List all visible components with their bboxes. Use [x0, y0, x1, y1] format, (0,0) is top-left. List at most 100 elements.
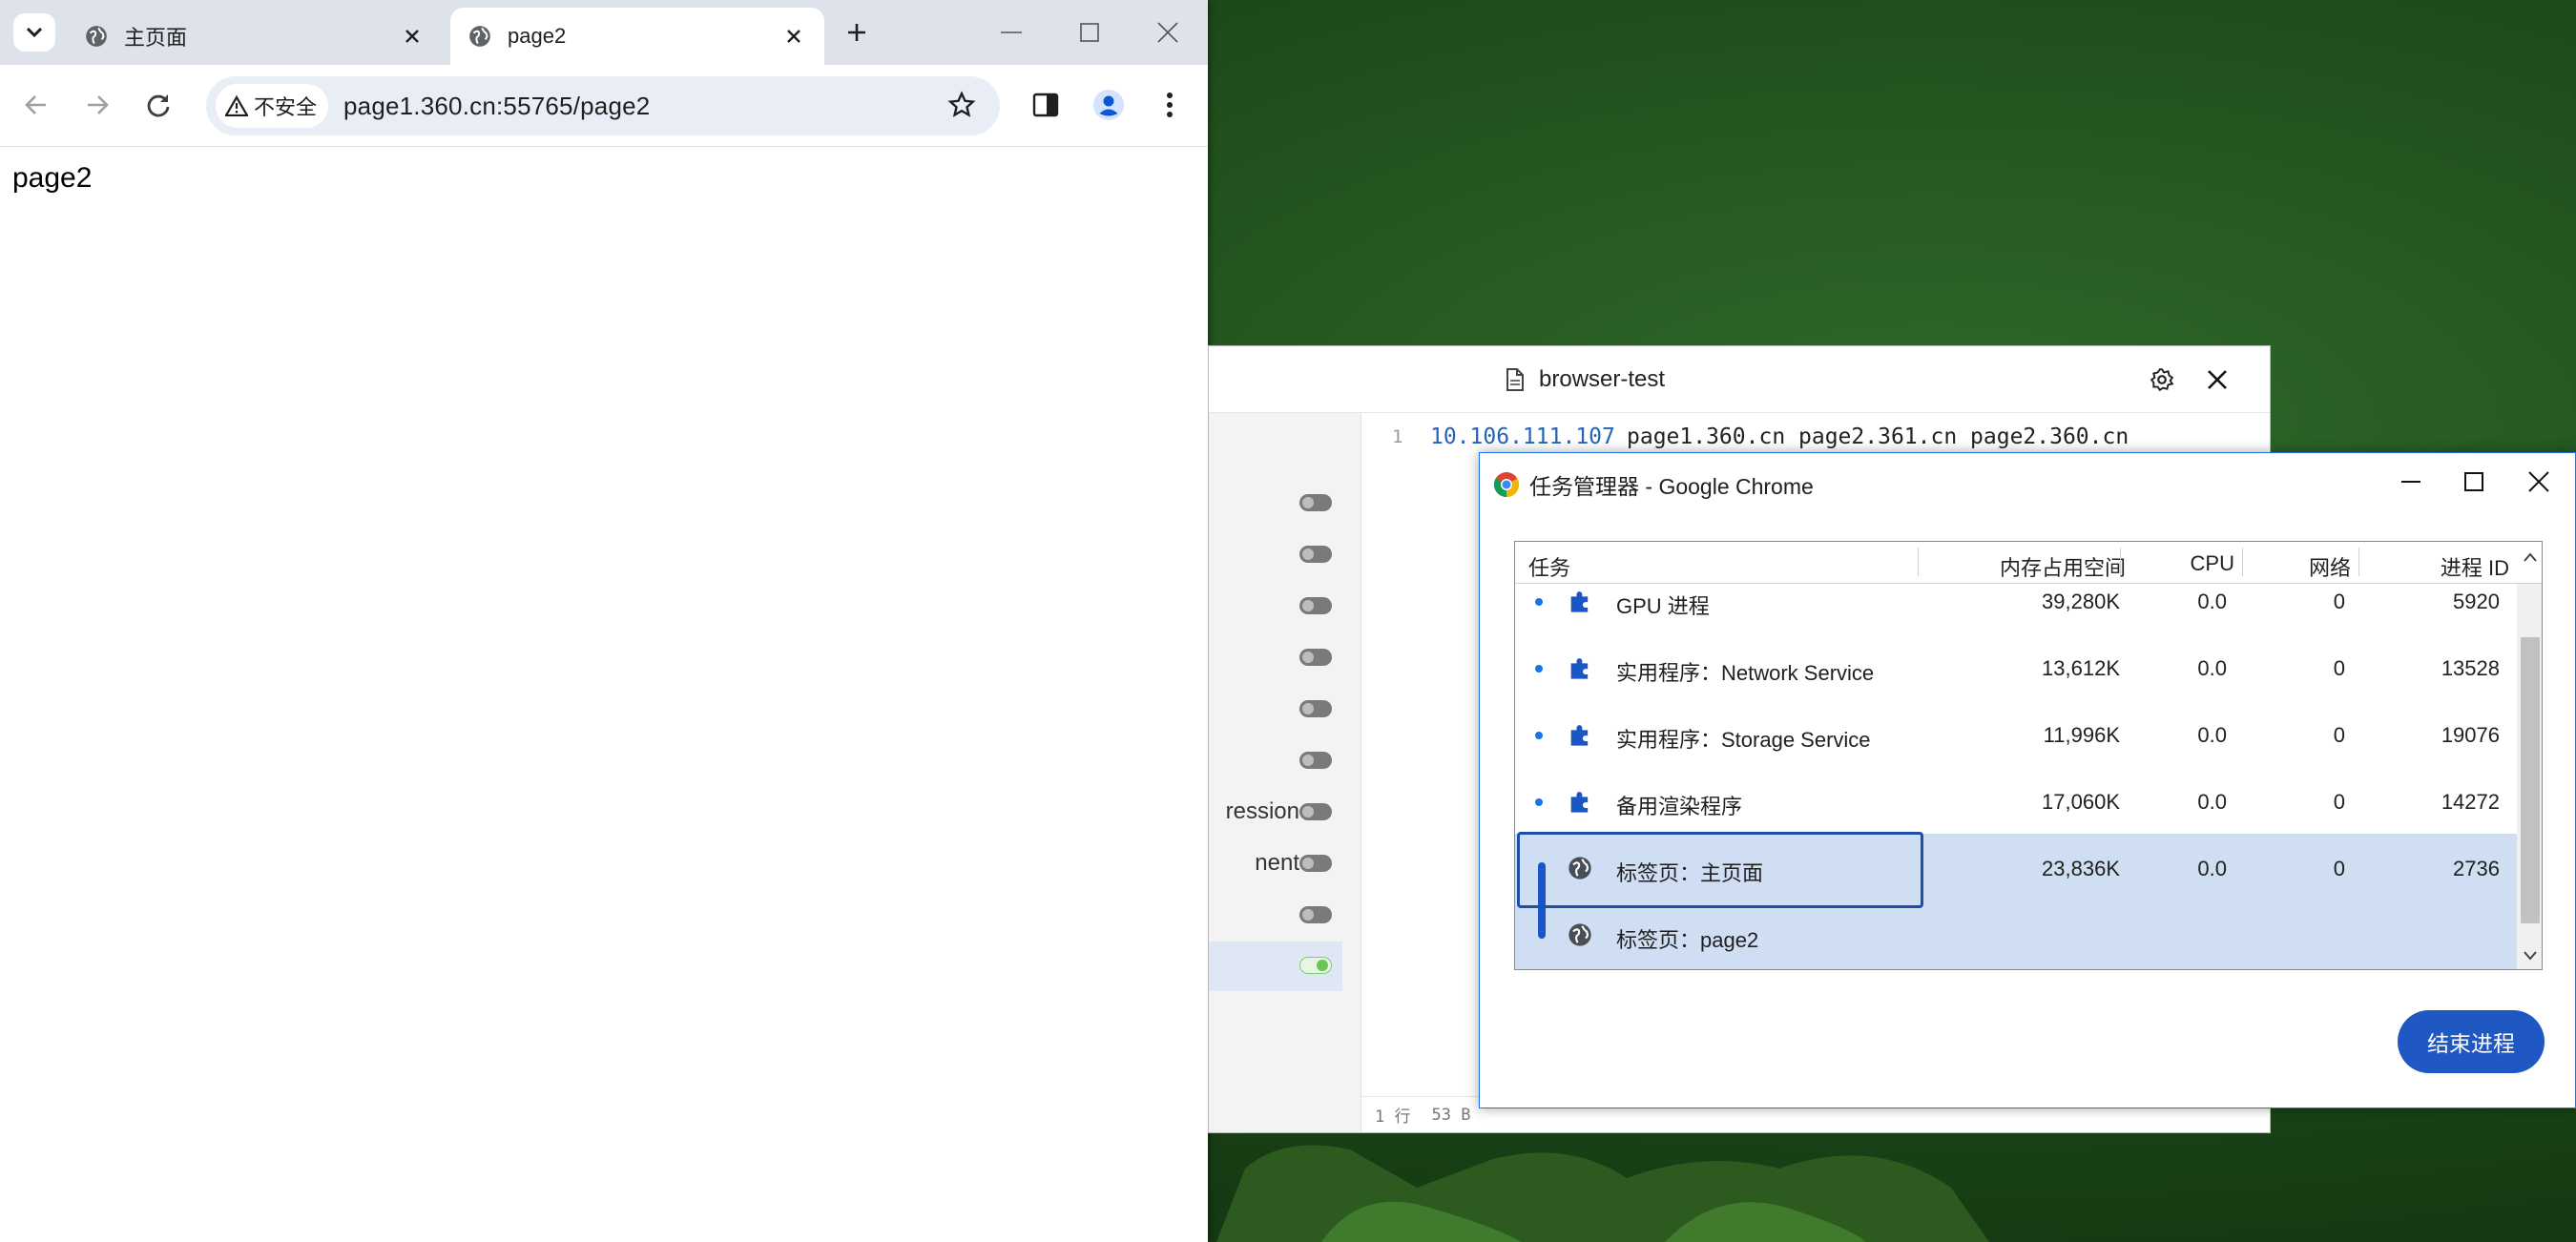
sidebar-item-active[interactable]: [1209, 942, 1342, 991]
minimize-icon: [2401, 481, 2420, 483]
maximize-button[interactable]: [1053, 10, 1126, 55]
side-panel-button[interactable]: [1025, 84, 1067, 126]
toggle-switch[interactable]: [1299, 855, 1332, 872]
chrome-logo-icon: [1493, 472, 1520, 498]
process-name: 实用程序：Network Service: [1616, 661, 1875, 685]
toggle-switch[interactable]: [1299, 597, 1332, 614]
table-row[interactable]: 实用程序：Network Service 13,612K 0.0 0 13528: [1515, 652, 2515, 719]
puzzle-icon: [1570, 591, 1589, 612]
puzzle-icon: [1570, 725, 1589, 746]
back-button[interactable]: [15, 84, 57, 126]
code-hosts: page1.360.cn page2.361.cn page2.360.cn: [1627, 424, 2129, 449]
scroll-up-icon[interactable]: [2523, 551, 2538, 563]
toggle-switch[interactable]: [1299, 752, 1332, 769]
column-header-pid[interactable]: 进程 ID: [2374, 551, 2509, 582]
process-pid: 5920: [2453, 590, 2500, 613]
puzzle-icon: [1570, 792, 1589, 813]
tab-strip: 主页面 page2: [0, 0, 1208, 65]
column-header-network[interactable]: 网络: [2265, 551, 2351, 582]
security-chip[interactable]: 不安全: [216, 84, 328, 128]
maximize-button[interactable]: [2445, 459, 2503, 505]
process-name: 标签页：主页面: [1616, 861, 1764, 885]
profile-button[interactable]: [1088, 84, 1130, 126]
globe-icon: [469, 26, 490, 47]
process-name: GPU 进程: [1616, 594, 1710, 618]
globe-icon: [1568, 857, 1591, 880]
process-network: 0: [2333, 656, 2345, 680]
minimize-button[interactable]: [975, 10, 1048, 55]
bookmark-button[interactable]: [941, 84, 983, 126]
column-header-cpu[interactable]: CPU: [2135, 551, 2234, 576]
table-row-selected[interactable]: 标签页：page2: [1515, 920, 2515, 969]
column-header-task[interactable]: 任务: [1528, 551, 1570, 582]
process-network: 0: [2333, 590, 2345, 613]
toggle-switch[interactable]: [1299, 494, 1332, 511]
chevron-down-icon: [26, 27, 43, 38]
column-header-memory[interactable]: 内存占用空间: [1983, 551, 2126, 582]
process-table: 任务 内存占用空间 CPU 网络 进程 ID GPU 进程 39,280K 0.…: [1514, 541, 2543, 970]
line-number: 1: [1392, 426, 1403, 447]
toggle-switch[interactable]: [1299, 546, 1332, 563]
tab-title: page2: [508, 24, 567, 48]
close-window-button[interactable]: [2510, 459, 2567, 505]
tab-main-page[interactable]: 主页面: [67, 8, 443, 65]
page-content-text: page2: [12, 162, 93, 194]
tab-page2[interactable]: page2: [450, 8, 824, 65]
reload-icon: [147, 94, 170, 117]
toggle-switch-on[interactable]: [1299, 957, 1332, 974]
gear-icon[interactable]: [2150, 367, 2174, 392]
process-cpu: 0.0: [2197, 857, 2227, 880]
task-manager-title: 任务管理器 - Google Chrome: [1529, 474, 1814, 499]
close-icon[interactable]: [784, 27, 803, 46]
table-row[interactable]: GPU 进程 39,280K 0.0 0 5920: [1515, 586, 2515, 652]
process-cpu: 0.0: [2197, 723, 2227, 747]
process-cpu: 0.0: [2197, 590, 2227, 613]
toggle-switch[interactable]: [1299, 700, 1332, 717]
table-row-selected[interactable]: 标签页：主页面 23,836K 0.0 0 2736: [1515, 853, 2515, 920]
sidebar-item-label: ression: [1225, 798, 1299, 824]
toggle-switch[interactable]: [1299, 803, 1332, 820]
menu-button[interactable]: [1149, 84, 1191, 126]
sidebar-item-label: nent: [1255, 850, 1299, 876]
more-vertical-icon: [1167, 93, 1173, 117]
process-cpu: 0.0: [2197, 656, 2227, 680]
editor-titlebar: browser-test: [1209, 346, 2270, 413]
side-panel-icon: [1032, 93, 1059, 117]
avatar-icon: [1093, 90, 1124, 120]
process-memory: 13,612K: [2042, 656, 2120, 680]
plus-icon: [848, 24, 865, 41]
table-header: 任务 内存占用空间 CPU 网络 进程 ID: [1515, 542, 2542, 584]
process-name: 备用渲染程序: [1616, 795, 1743, 818]
new-tab-button[interactable]: [838, 13, 876, 52]
status-line: 1 行: [1375, 1107, 1411, 1127]
close-icon[interactable]: [403, 27, 422, 46]
table-row[interactable]: 实用程序：Storage Service 11,996K 0.0 0 19076: [1515, 719, 2515, 786]
arrow-left-icon: [25, 95, 46, 114]
close-icon: [2528, 471, 2549, 492]
close-icon: [1157, 22, 1178, 43]
scrollbar-thumb[interactable]: [2521, 637, 2540, 923]
tab-search-button[interactable]: [13, 13, 55, 52]
scroll-down-icon[interactable]: [2523, 950, 2538, 962]
globe-icon: [1568, 923, 1591, 946]
minimize-icon: [1001, 31, 1022, 33]
toggle-switch[interactable]: [1299, 649, 1332, 666]
minimize-button[interactable]: [2382, 459, 2440, 505]
process-pid: 2736: [2453, 857, 2500, 880]
process-network: 0: [2333, 723, 2345, 747]
desktop-wallpaper-art: [1216, 1145, 1989, 1242]
close-icon[interactable]: [2207, 369, 2228, 390]
maximize-icon: [1080, 23, 1099, 42]
toggle-switch[interactable]: [1299, 906, 1332, 923]
process-name: 实用程序：Storage Service: [1616, 728, 1871, 752]
maximize-icon: [2464, 472, 2483, 491]
process-name: 标签页：page2: [1616, 928, 1759, 952]
reload-button[interactable]: [137, 84, 179, 126]
process-pid: 13528: [2441, 656, 2500, 680]
url-text[interactable]: page1.360.cn:55765/page2: [343, 92, 650, 121]
close-window-button[interactable]: [1132, 10, 1204, 55]
end-process-button[interactable]: 结束进程: [2398, 1010, 2545, 1073]
editor-sidebar: ression nent: [1209, 413, 1361, 1132]
forward-button[interactable]: [76, 84, 118, 126]
process-pid: 14272: [2441, 790, 2500, 814]
